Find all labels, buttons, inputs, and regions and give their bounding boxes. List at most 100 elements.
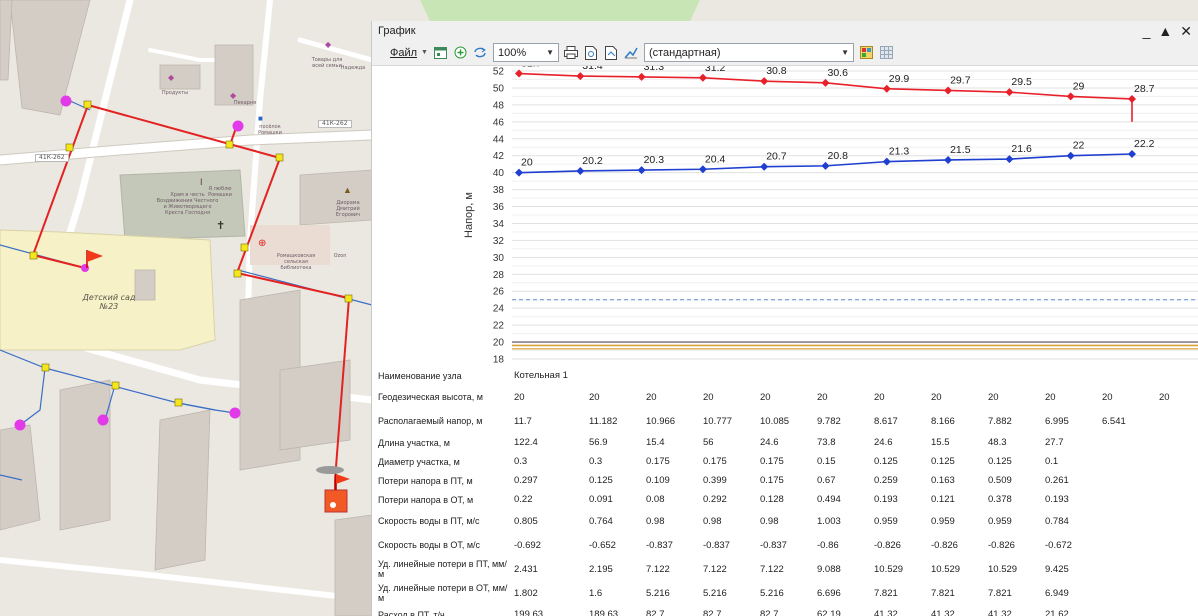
table-cell: 0.193	[874, 494, 898, 505]
table-cell: 56	[703, 437, 714, 448]
row-label: Геодезическая высота, м	[378, 392, 483, 402]
data-label: 31.7	[521, 66, 542, 70]
table-cell: 27.7	[1045, 437, 1064, 448]
table-cell: 0.494	[817, 494, 841, 505]
print-icon[interactable]	[564, 45, 579, 60]
row-label: Длина участка, м	[378, 437, 450, 448]
table-row: Располагаемый напор, м 11.7 11.182 10.966 10…	[372, 409, 1198, 433]
row-label: Диаметр участка, м	[378, 456, 460, 467]
row-label: Уд. линейные потери в ОТ, мм/м	[378, 583, 508, 603]
table-cell: 0.959	[874, 515, 898, 527]
library-icon: ⊕	[258, 238, 266, 249]
table-cell: 20	[1159, 391, 1170, 403]
table-cell: 11.7	[514, 415, 532, 427]
table-cell: 0.261	[1045, 475, 1069, 486]
table-cell: -0.837	[760, 539, 787, 551]
table-cell: 10.966	[646, 415, 676, 427]
table-cell: 0.784	[1045, 515, 1069, 527]
table-cell: -0.837	[703, 539, 730, 551]
table-cell	[701, 366, 758, 385]
table-cell: 0.509	[988, 475, 1012, 486]
file-menu[interactable]: Файл ▼	[390, 47, 428, 59]
data-table-panel: Наименование узла Котельная 1 Геодезическа…	[372, 366, 1198, 616]
shop-icon-2: ◆	[168, 73, 175, 82]
zoom-select[interactable]: 100% ▼	[492, 43, 559, 62]
table-row: Уд. линейные потери в ОТ, мм/м 1.802 1.6 5.…	[372, 581, 1198, 605]
table-cell: 0.175	[703, 456, 727, 467]
park-area	[420, 0, 700, 21]
table-cell: 0.399	[703, 475, 727, 486]
maximize-button[interactable]: ▲	[1158, 24, 1172, 38]
table-cell: -0.86	[817, 539, 839, 551]
data-point	[576, 166, 585, 175]
table-cell: 1.003	[817, 515, 841, 527]
data-label: 22	[1073, 140, 1085, 152]
window-title: График	[378, 24, 416, 37]
data-point	[515, 168, 523, 177]
data-label: 31.3	[644, 66, 665, 73]
window-icon[interactable]	[433, 45, 448, 60]
bakery-label: Пекарня	[233, 100, 257, 106]
data-point	[698, 73, 707, 82]
table-cell: 0.259	[874, 475, 898, 486]
data-label: 31.2	[705, 66, 726, 74]
table-cell: 199.63	[514, 609, 544, 616]
data-label: 29.5	[1011, 76, 1032, 88]
data-point	[1066, 151, 1075, 160]
table-cell: 0.378	[988, 494, 1012, 505]
table-cell	[758, 366, 815, 385]
page-setup-icon[interactable]	[604, 45, 619, 60]
museum-icon: ▲	[343, 185, 352, 195]
y-tick-label: 32	[493, 236, 505, 247]
table-cell: -0.672	[1045, 539, 1072, 551]
table-cell: 0.959	[931, 515, 955, 527]
table-cell	[1157, 433, 1198, 452]
style-select-value: (стандартная)	[648, 46, 721, 59]
table-cell: 0.67	[817, 475, 836, 486]
y-tick-label: 22	[493, 321, 505, 332]
table-cell: 41.32	[988, 609, 1012, 616]
style-select[interactable]: (стандартная) ▼	[643, 43, 854, 62]
row-label: Скорость воды в ОТ, м/с	[378, 540, 481, 550]
table-cell: 82.7	[703, 609, 722, 616]
menu-caret-icon: ▼	[421, 49, 428, 56]
table-cell	[1157, 490, 1198, 509]
chart-style-icon[interactable]	[624, 45, 639, 60]
y-tick-label: 46	[493, 117, 505, 128]
table-cell: 41.32	[931, 609, 955, 616]
data-label: 20.7	[766, 151, 787, 163]
row-label: Потери напора в ОТ, м	[378, 494, 474, 505]
table-cell: 6.949	[1045, 587, 1069, 599]
y-axis-label: Напор, м	[463, 192, 475, 238]
table-cell: -0.826	[988, 539, 1015, 551]
row-label: Располагаемый напор, м	[378, 416, 483, 426]
table-cell: 2.195	[589, 563, 613, 575]
table-cell: 73.8	[817, 437, 836, 448]
close-button[interactable]: ✕	[1180, 24, 1192, 38]
table-cell: 20	[703, 391, 714, 403]
row-label: Наименование узла	[378, 370, 462, 381]
monument-icon: I	[200, 177, 203, 187]
church-icon: ✝	[216, 220, 225, 232]
table-cell: 0.121	[931, 494, 955, 505]
table-cell	[1157, 509, 1198, 533]
minimize-button[interactable]: _	[1143, 24, 1151, 38]
table-cell: 20	[514, 391, 525, 403]
table-cell: 7.122	[646, 563, 670, 575]
table-cell	[1043, 366, 1100, 385]
data-point	[1128, 150, 1136, 159]
table-cell: 0.175	[646, 456, 670, 467]
head-chart[interactable]: 18 20 22 24 26 28 30 32 34 36 38 40 42 44 46 48 50 52 Напо…	[372, 66, 1198, 366]
road-label: 41К-262	[35, 154, 69, 162]
data-label: 30.6	[828, 67, 849, 79]
page-icon[interactable]	[584, 45, 599, 60]
refresh-icon[interactable]	[473, 45, 488, 60]
palette-icon[interactable]	[859, 45, 874, 60]
table-row: Расход в ПТ, т/ч 199.63 189.63 82.7 82.7 82.7…	[372, 605, 1198, 616]
add-icon[interactable]	[453, 45, 468, 60]
y-tick-label: 38	[493, 185, 505, 196]
grid-icon[interactable]	[879, 45, 894, 60]
table-cell: 5.216	[703, 587, 727, 599]
table-cell: 20	[1045, 391, 1056, 403]
window-titlebar[interactable]: График _ ▲ ✕	[372, 21, 1198, 40]
